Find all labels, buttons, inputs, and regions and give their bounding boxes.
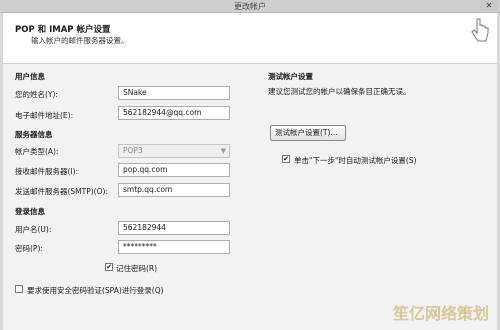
test-settings-description: 建议您测试您的帐户以确保条目正确无误。 — [268, 87, 411, 96]
account-type-select: POP3 ▼ — [118, 144, 230, 158]
header-title: POP 和 IMAP 帐户设置 — [15, 25, 111, 35]
spa-label: 要求使用安全密码验证(SPA)进行登录(Q) — [27, 286, 164, 295]
outgoing-server-label: 发送邮件服务器(SMTP)(O): — [15, 187, 108, 196]
name-label: 您的姓名(Y): — [15, 90, 58, 99]
incoming-server-field[interactable]: pop.qq.com — [118, 163, 230, 177]
server-info-heading: 服务器信息 — [15, 130, 53, 139]
test-settings-heading: 测试帐户设置 — [268, 72, 313, 81]
header-subtitle: 输入帐户的邮件服务器设置。 — [31, 36, 129, 45]
dialog-body: POP 和 IMAP 帐户设置 输入帐户的邮件服务器设置。 用户信息 您的姓名(… — [3, 13, 497, 330]
incoming-server-label: 接收邮件服务器(I): — [15, 167, 79, 176]
outgoing-server-field[interactable]: smtp.qq.com — [118, 183, 230, 197]
auto-test-checkbox[interactable]: ✔ — [282, 155, 290, 163]
auto-test-label: 单击"下一步"时自动测试帐户设置(S) — [294, 156, 417, 165]
account-type-label: 帐户类型(A): — [15, 147, 59, 156]
remember-password-checkbox[interactable]: ✔ — [105, 263, 113, 271]
password-label: 密码(P): — [15, 244, 43, 253]
email-field[interactable]: 562182944@qq.com — [118, 106, 230, 120]
dropdown-arrow-icon: ▼ — [220, 147, 226, 155]
watermark: 笙亿网络策划 — [392, 304, 489, 323]
window-title: 更改帐户 — [234, 2, 266, 11]
email-label: 电子邮件地址(E): — [15, 111, 74, 120]
hand-cursor-icon — [471, 18, 489, 42]
title-bar: 更改帐户 ✕ — [0, 0, 500, 13]
username-field[interactable]: 562182944 — [118, 221, 230, 235]
user-info-heading: 用户信息 — [15, 72, 45, 81]
close-icon[interactable]: ✕ — [480, 0, 498, 11]
account-type-value: POP3 — [123, 146, 143, 155]
name-field[interactable]: SNake — [118, 86, 230, 100]
test-account-button[interactable]: 测试帐户设置(T)... — [270, 125, 346, 141]
dialog-header: POP 和 IMAP 帐户设置 输入帐户的邮件服务器设置。 — [3, 13, 497, 64]
remember-password-label: 记住密码(R) — [116, 264, 158, 273]
username-label: 用户名(U): — [15, 225, 52, 234]
login-info-heading: 登录信息 — [15, 207, 45, 216]
spa-checkbox[interactable] — [15, 285, 23, 293]
password-field[interactable]: ********* — [118, 240, 230, 254]
